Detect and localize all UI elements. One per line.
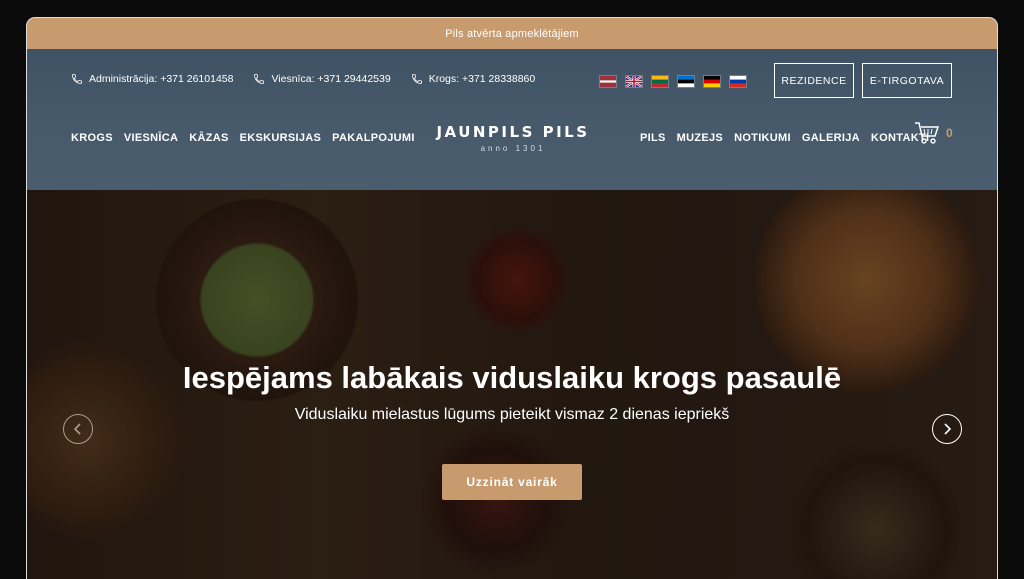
flag-estonia-icon[interactable] — [677, 75, 695, 88]
slider-prev-button[interactable] — [63, 414, 93, 444]
hero-title: Iespējams labākais viduslaiku krogs pasa… — [182, 360, 842, 395]
contact-tavern[interactable]: Krogs: +371 28338860 — [411, 73, 536, 85]
nav-item-pils[interactable]: PILS — [640, 132, 666, 144]
eshop-button[interactable]: E-TIRGOTAVA — [862, 63, 952, 98]
cart[interactable]: 0 — [914, 121, 953, 145]
contact-administration[interactable]: Administrācija: +371 26101458 — [71, 73, 233, 85]
nav-left: KROGS VIESNĪCA KĀZAS EKSKURSIJAS PAKALPO… — [71, 132, 415, 144]
nav-item-galerija[interactable]: GALERIJA — [802, 132, 860, 144]
flag-latvia-icon[interactable] — [599, 75, 617, 88]
announcement-text: Pils atvērta apmeklētājiem — [445, 27, 579, 40]
contact-list: Administrācija: +371 26101458 Viesnīca: … — [71, 73, 535, 85]
logo-title: JAUNPILS PILS — [436, 123, 590, 141]
slider-next-button[interactable] — [932, 414, 962, 444]
contact-hotel[interactable]: Viesnīca: +371 29442539 — [253, 73, 391, 85]
site-header: Administrācija: +371 26101458 Viesnīca: … — [27, 49, 997, 190]
browser-page: Pils atvērta apmeklētājiem Administrācij… — [27, 18, 997, 579]
contact-tavern-label: Krogs: +371 28338860 — [428, 73, 536, 85]
phone-icon — [72, 74, 82, 84]
contact-administration-label: Administrācija: +371 26101458 — [89, 73, 234, 85]
logo-subtitle: anno 1301 — [480, 144, 546, 153]
language-switcher — [599, 75, 747, 88]
nav-item-krogs[interactable]: KROGS — [71, 132, 113, 144]
contact-hotel-label: Viesnīca: +371 29442539 — [271, 73, 391, 85]
nav-item-ekskursijas[interactable]: EKSKURSIJAS — [240, 132, 322, 144]
phone-icon — [254, 74, 265, 84]
phone-icon — [411, 74, 422, 84]
learn-more-button[interactable]: Uzzināt vairāk — [442, 464, 582, 500]
nav-item-pakalpojumi[interactable]: PAKALPOJUMI — [332, 132, 415, 144]
flag-russia-icon[interactable] — [729, 75, 747, 88]
chevron-right-icon — [944, 423, 952, 435]
cart-count: 0 — [946, 126, 953, 140]
hero-slider: Iespējams labākais viduslaiku krogs pasa… — [27, 190, 997, 579]
shopping-cart-icon — [915, 122, 940, 144]
site-logo[interactable]: JAUNPILS PILS anno 1301 — [413, 123, 613, 153]
announcement-bar: Pils atvērta apmeklētājiem — [27, 18, 997, 49]
flag-lithuania-icon[interactable] — [651, 75, 669, 88]
nav-item-viesnica[interactable]: VIESNĪCA — [124, 132, 178, 144]
hero-subtitle: Viduslaiku mielastus lūgums pieteikt vis… — [294, 406, 730, 423]
nav-item-notikumi[interactable]: NOTIKUMI — [734, 132, 791, 144]
nav-right: PILS MUZEJS NOTIKUMI GALERIJA KONTAKTI — [640, 132, 929, 144]
chevron-left-icon — [73, 423, 81, 435]
nav-item-kazas[interactable]: KĀZAS — [189, 132, 228, 144]
nav-item-muzejs[interactable]: MUZEJS — [677, 132, 723, 144]
residence-button[interactable]: REZIDENCE — [774, 63, 854, 98]
flag-uk-icon[interactable] — [625, 75, 643, 88]
flag-germany-icon[interactable] — [703, 75, 721, 88]
